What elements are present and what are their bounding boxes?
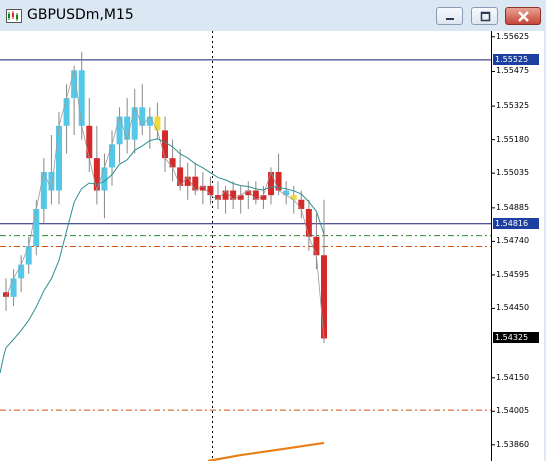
price-tick-label: 1.54885 (496, 202, 530, 212)
price-tick-label: 1.54005 (496, 406, 530, 416)
indicator-orange-line (207, 441, 325, 461)
close-button[interactable] (505, 7, 541, 25)
candle-body (162, 130, 168, 159)
candle-body (78, 70, 85, 126)
candle-body (260, 195, 267, 200)
price-tick-label: 1.55325 (496, 101, 530, 111)
candle-body (192, 176, 199, 191)
candle-body (283, 190, 290, 196)
price-chart[interactable] (0, 31, 544, 461)
candle-body (33, 209, 40, 246)
candle-body (222, 190, 229, 200)
candle-body (313, 236, 320, 256)
candle-body (63, 98, 70, 126)
candle-body (169, 158, 176, 168)
candle-body (237, 195, 244, 200)
bid-line-price-label: 1.54816 (493, 218, 539, 230)
price-tick-label: 1.55035 (496, 168, 530, 178)
minimize-icon (446, 18, 454, 20)
candle-body (10, 278, 17, 297)
restore-icon (480, 11, 491, 22)
window-title: GBPUSDm,M15 (27, 7, 134, 23)
price-tick-label: 1.54150 (496, 372, 530, 382)
chart-window: GBPUSDm,M15 1.55625 1.55475 1.55325 1.55180… (0, 0, 546, 461)
price-tick-label: 1.55625 (496, 31, 530, 41)
candle-body (321, 255, 327, 339)
chart-app-icon (6, 8, 22, 23)
candle-body (290, 195, 297, 200)
current-price-price-label: 1.54325 (493, 331, 539, 343)
title-bar[interactable]: GBPUSDm,M15 (0, 0, 546, 31)
close-icon (518, 11, 529, 22)
minimize-button[interactable] (436, 7, 463, 25)
price-tick-label: 1.54450 (496, 303, 530, 313)
candle-body (154, 116, 161, 131)
chart-area[interactable]: 1.55625 1.55475 1.55325 1.55180 1.55035 1.548… (0, 31, 544, 461)
candle-body (298, 199, 305, 210)
candle-body (86, 125, 93, 159)
candle-body (268, 172, 274, 196)
price-tick-label: 1.53860 (496, 439, 530, 449)
restore-button[interactable] (471, 7, 498, 25)
candle-body (25, 246, 32, 265)
level-high-price-label: 1.55525 (493, 54, 539, 66)
candle-body (93, 158, 100, 191)
candle-body (124, 116, 131, 140)
price-tick-label: 1.55180 (496, 134, 530, 144)
close-line (5, 70, 325, 339)
candle-body (305, 209, 312, 237)
candle-body (109, 144, 115, 168)
price-tick-label: 1.55475 (496, 66, 530, 76)
candle-body (18, 264, 25, 279)
price-tick-label: 1.54740 (496, 236, 530, 246)
candle-body (207, 185, 214, 196)
candle-body (116, 116, 123, 145)
price-tick-label: 1.54595 (496, 269, 530, 279)
candle-body (56, 125, 62, 191)
